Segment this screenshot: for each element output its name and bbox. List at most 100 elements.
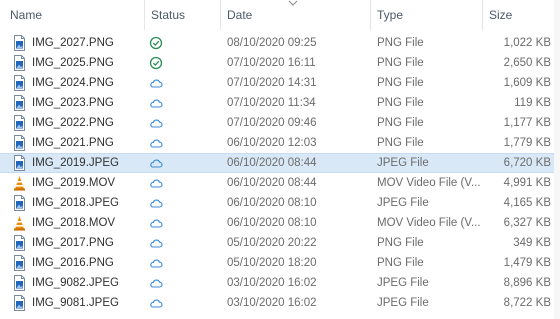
file-type: PNG File — [377, 257, 424, 269]
file-type: PNG File — [377, 77, 424, 89]
cloud-icon — [149, 133, 165, 153]
file-date: 03/10/2020 16:02 — [227, 277, 317, 289]
png-file-icon — [13, 253, 27, 273]
file-type: PNG File — [377, 237, 424, 249]
png-file-icon — [13, 53, 27, 73]
file-size: 4,991 KB — [503, 177, 551, 189]
file-size: 1,177 KB — [503, 117, 551, 129]
file-name: IMG_9081.JPEG — [32, 297, 119, 309]
file-size: 2,650 KB — [503, 57, 551, 69]
png-file-icon — [13, 133, 27, 153]
file-size: 119 KB — [514, 97, 551, 109]
file-type: PNG File — [377, 37, 424, 49]
file-row[interactable]: IMG_2021.PNG 06/10/2020 12:03 PNG File 1,77… — [0, 133, 560, 153]
file-date: 07/10/2020 09:46 — [227, 117, 317, 129]
file-size: 1,479 KB — [503, 257, 551, 269]
file-row[interactable]: IMG_9081.JPEG 03/10/2020 16:02 JPEG File 8,… — [0, 293, 560, 313]
file-type: PNG File — [377, 97, 424, 109]
file-name: IMG_2022.PNG — [32, 117, 114, 129]
file-date: 06/10/2020 08:10 — [227, 197, 317, 209]
file-row[interactable]: IMG_2016.PNG 05/10/2020 18:20 PNG File 1,47… — [0, 253, 560, 273]
cloud-icon — [149, 173, 165, 193]
file-size: 6,327 KB — [503, 217, 551, 229]
cloud-icon — [149, 73, 165, 93]
cloud-icon — [149, 253, 165, 273]
file-date: 06/10/2020 08:44 — [227, 177, 317, 189]
file-row[interactable]: IMG_9082.JPEG 03/10/2020 16:02 JPEG File 8,… — [0, 273, 560, 293]
cloud-icon — [149, 233, 165, 253]
file-name: IMG_2016.PNG — [32, 257, 114, 269]
file-name: IMG_2018.JPEG — [32, 197, 119, 209]
column-divider[interactable] — [144, 0, 145, 30]
file-type: PNG File — [377, 137, 424, 149]
column-divider[interactable] — [220, 0, 221, 30]
file-size: 349 KB — [513, 237, 551, 249]
file-name: IMG_2023.PNG — [32, 97, 114, 109]
file-type: JPEG File — [377, 277, 429, 289]
file-name: IMG_9082.JPEG — [32, 277, 119, 289]
file-type: MOV Video File (V... — [377, 217, 481, 229]
file-row[interactable]: IMG_2019.JPEG 06/10/2020 08:44 JPEG File 6,… — [0, 153, 560, 173]
file-row[interactable]: IMG_2024.PNG 07/10/2020 14:31 PNG File 1,60… — [0, 73, 560, 93]
file-date: 03/10/2020 16:02 — [227, 297, 317, 309]
file-name: IMG_2018.MOV — [32, 217, 116, 229]
png-file-icon — [13, 113, 27, 133]
file-size: 1,779 KB — [503, 137, 551, 149]
file-row[interactable]: IMG_2025.PNG 07/10/2020 16:11 PNG File 2,65… — [0, 53, 560, 73]
file-row[interactable]: IMG_2023.PNG 07/10/2020 11:34 PNG File 119 … — [0, 93, 560, 113]
file-name: IMG_2027.PNG — [32, 37, 114, 49]
file-row[interactable]: IMG_2017.PNG 05/10/2020 20:22 PNG File 349 … — [0, 233, 560, 253]
available-check-icon — [149, 33, 165, 53]
cloud-icon — [149, 193, 165, 213]
jpeg-file-icon — [13, 273, 27, 293]
png-file-icon — [13, 33, 27, 53]
cloud-icon — [149, 113, 165, 133]
column-header-status[interactable]: Status — [147, 0, 221, 30]
column-header-type[interactable]: Type — [373, 0, 481, 30]
column-header-size[interactable]: Size — [485, 0, 555, 30]
file-type: PNG File — [377, 57, 424, 69]
file-name: IMG_2019.JPEG — [32, 157, 119, 169]
sort-descending-icon — [288, 0, 298, 6]
file-date: 06/10/2020 12:03 — [227, 137, 317, 149]
file-date: 07/10/2020 11:34 — [227, 97, 316, 109]
vlc-cone-icon — [13, 213, 27, 233]
scrollbar-track[interactable] — [554, 0, 560, 319]
file-name: IMG_2017.PNG — [32, 237, 114, 249]
file-date: 07/10/2020 14:31 — [227, 77, 317, 89]
column-divider[interactable] — [482, 0, 483, 30]
file-row[interactable]: IMG_2022.PNG 07/10/2020 09:46 PNG File 1,17… — [0, 113, 560, 133]
column-divider[interactable] — [370, 0, 371, 30]
file-size: 1,022 KB — [503, 37, 551, 49]
file-name: IMG_2025.PNG — [32, 57, 114, 69]
file-size: 8,722 KB — [503, 297, 551, 309]
file-type: PNG File — [377, 117, 424, 129]
file-date: 05/10/2020 20:22 — [227, 237, 317, 249]
file-type: JPEG File — [377, 157, 429, 169]
file-date: 07/10/2020 16:11 — [227, 57, 316, 69]
file-type: MOV Video File (V... — [377, 177, 481, 189]
column-header-name[interactable]: Name — [6, 0, 144, 30]
cloud-icon — [149, 93, 165, 113]
file-date: 06/10/2020 08:44 — [227, 157, 317, 169]
png-file-icon — [13, 93, 27, 113]
jpeg-file-icon — [13, 293, 27, 313]
file-date: 05/10/2020 18:20 — [227, 257, 317, 269]
cloud-icon — [149, 293, 165, 313]
file-row[interactable]: IMG_2027.PNG 08/10/2020 09:25 PNG File 1,02… — [0, 33, 560, 53]
file-row[interactable]: IMG_2019.MOV 06/10/2020 08:44 MOV Video Fi… — [0, 173, 560, 193]
png-file-icon — [13, 233, 27, 253]
file-row[interactable]: IMG_2018.MOV 06/10/2020 08:10 MOV Video Fi… — [0, 213, 560, 233]
file-name: IMG_2019.MOV — [32, 177, 116, 189]
jpeg-file-icon — [13, 154, 27, 172]
available-check-icon — [149, 53, 165, 73]
file-type: JPEG File — [377, 197, 429, 209]
file-name: IMG_2021.PNG — [32, 137, 114, 149]
file-row[interactable]: IMG_2018.JPEG 06/10/2020 08:10 JPEG File 4,… — [0, 193, 560, 213]
file-date: 08/10/2020 09:25 — [227, 37, 317, 49]
file-type: JPEG File — [377, 297, 429, 309]
file-size: 6,720 KB — [503, 157, 551, 169]
cloud-icon — [149, 154, 165, 172]
file-size: 8,896 KB — [503, 277, 551, 289]
jpeg-file-icon — [13, 193, 27, 213]
